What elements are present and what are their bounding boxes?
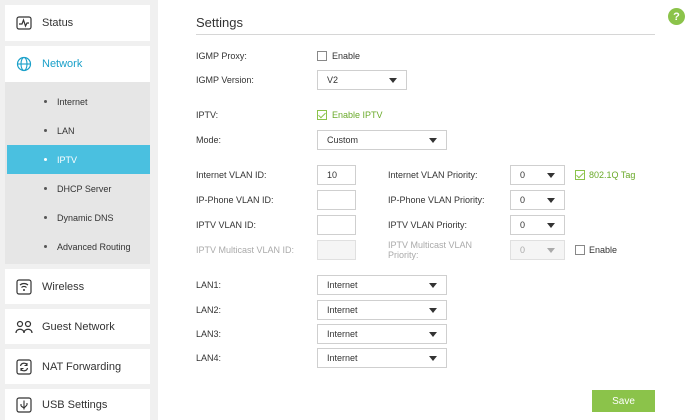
tag-8021q-checkbox[interactable] <box>575 170 585 180</box>
usb-icon <box>15 396 33 414</box>
internet-vlan-priority-select[interactable]: 0 <box>510 165 565 185</box>
iptv-vlan-priority-label: IPTV VLAN Priority: <box>388 220 468 230</box>
submenu-item-dhcp-server[interactable]: DHCP Server <box>7 174 150 203</box>
iptv-vlan-priority-select[interactable]: 0 <box>510 215 565 235</box>
submenu-item-advanced-routing[interactable]: Advanced Routing <box>7 232 150 261</box>
sidebar-item-nat-forwarding[interactable]: NAT Forwarding <box>5 349 150 384</box>
submenu-item-dynamic-dns[interactable]: Dynamic DNS <box>7 203 150 232</box>
submenu-item-label: DHCP Server <box>57 183 112 194</box>
lan2-label: LAN2: <box>196 305 222 315</box>
submenu-item-label: Advanced Routing <box>57 241 131 252</box>
iptv-multicast-vlan-priority-label: IPTV Multicast VLAN Priority: <box>388 240 473 260</box>
save-button[interactable]: Save <box>592 390 655 412</box>
internet-vlan-priority-label: Internet VLAN Priority: <box>388 170 478 180</box>
sidebar-item-label: NAT Forwarding <box>42 360 122 373</box>
chevron-down-icon <box>547 197 555 203</box>
lan3-select[interactable]: Internet <box>317 324 447 344</box>
multicast-enable-label: Enable <box>589 245 618 255</box>
guest-network-icon <box>15 318 33 336</box>
chevron-down-icon <box>429 137 437 143</box>
lan2-value: Internet <box>327 305 358 315</box>
sidebar-item-network[interactable]: Network <box>5 46 150 82</box>
chevron-down-icon <box>429 282 437 288</box>
igmp-version-label: IGMP Version: <box>196 75 254 85</box>
sidebar-item-wireless[interactable]: Wireless <box>5 269 150 304</box>
igmp-proxy-label: IGMP Proxy: <box>196 51 247 61</box>
internet-vlan-id-input[interactable]: 10 <box>317 165 356 185</box>
wireless-icon <box>15 278 33 296</box>
sidebar-item-status[interactable]: Status <box>5 5 150 41</box>
page-title: Settings <box>196 15 243 30</box>
ip-phone-vlan-priority-select[interactable]: 0 <box>510 190 565 210</box>
submenu-item-iptv[interactable]: IPTV <box>7 145 150 174</box>
sidebar-item-label: USB Settings <box>42 398 108 411</box>
lan4-select[interactable]: Internet <box>317 348 447 368</box>
network-submenu: Internet LAN IPTV DHCP Server Dynamic DN… <box>5 82 150 264</box>
ip-phone-vlan-id-label: IP-Phone VLAN ID: <box>196 195 274 205</box>
lan3-label: LAN3: <box>196 329 222 339</box>
submenu-item-label: Dynamic DNS <box>57 212 114 223</box>
multicast-enable-checkbox[interactable] <box>575 245 585 255</box>
lan4-label: LAN4: <box>196 353 222 363</box>
iptv-multicast-vlan-id-label: IPTV Multicast VLAN ID: <box>196 245 295 255</box>
status-icon <box>15 14 33 32</box>
iptv-multicast-vlan-id-input <box>317 240 356 260</box>
chevron-down-icon <box>429 355 437 361</box>
submenu-item-internet[interactable]: Internet <box>7 87 150 116</box>
iptv-vlan-priority-value: 0 <box>520 220 526 230</box>
chevron-down-icon <box>547 222 555 228</box>
sidebar-item-label: Network <box>42 58 83 70</box>
mode-label: Mode: <box>196 135 222 145</box>
iptv-multicast-vlan-priority-select: 0 <box>510 240 565 260</box>
sidebar-item-guest-network[interactable]: Guest Network <box>5 309 150 344</box>
lan3-value: Internet <box>327 329 358 339</box>
ip-phone-vlan-priority-label: IP-Phone VLAN Priority: <box>388 195 485 205</box>
sidebar-item-label: Status <box>42 17 74 29</box>
internet-vlan-priority-value: 0 <box>520 170 526 180</box>
igmp-proxy-checkbox[interactable] <box>317 51 327 61</box>
ip-phone-vlan-priority-value: 0 <box>520 195 526 205</box>
ip-phone-vlan-id-input[interactable] <box>317 190 356 210</box>
submenu-item-lan[interactable]: LAN <box>7 116 150 145</box>
submenu-item-label: IPTV <box>57 154 78 165</box>
igmp-version-value: V2 <box>327 75 339 85</box>
lan1-label: LAN1: <box>196 280 222 290</box>
chevron-down-icon <box>389 77 397 83</box>
enable-iptv-label: Enable IPTV <box>332 110 383 120</box>
chevron-down-icon <box>547 247 555 253</box>
iptv-label: IPTV: <box>196 110 219 120</box>
chevron-down-icon <box>547 172 555 178</box>
sidebar: Status Network Internet LAN IPTV DHCP Se… <box>0 0 158 420</box>
main-panel: Settings ? IGMP Proxy: Enable IGMP Versi… <box>158 0 700 420</box>
mode-value: Custom <box>327 135 359 145</box>
sidebar-item-label: Wireless <box>42 280 85 293</box>
enable-iptv-checkbox[interactable] <box>317 110 327 120</box>
igmp-proxy-enable-label: Enable <box>332 51 361 61</box>
iptv-multicast-vlan-priority-value: 0 <box>520 245 526 255</box>
sidebar-item-usb-settings[interactable]: USB Settings <box>5 389 150 420</box>
iptv-vlan-id-input[interactable] <box>317 215 356 235</box>
title-divider <box>196 34 655 35</box>
lan1-select[interactable]: Internet <box>317 275 447 295</box>
tag-8021q-label: 802.1Q Tag <box>589 170 636 180</box>
chevron-down-icon <box>429 307 437 313</box>
lan4-value: Internet <box>327 353 358 363</box>
igmp-version-select[interactable]: V2 <box>317 70 407 90</box>
chevron-down-icon <box>429 331 437 337</box>
internet-vlan-id-label: Internet VLAN ID: <box>196 170 267 180</box>
help-icon[interactable]: ? <box>668 8 685 25</box>
sidebar-item-label: Guest Network <box>42 320 115 333</box>
nat-forwarding-icon <box>15 358 33 376</box>
mode-select[interactable]: Custom <box>317 130 447 150</box>
submenu-item-label: Internet <box>57 96 88 107</box>
lan1-value: Internet <box>327 280 358 290</box>
iptv-vlan-id-label: IPTV VLAN ID: <box>196 220 257 230</box>
globe-icon <box>15 55 33 73</box>
lan2-select[interactable]: Internet <box>317 300 447 320</box>
submenu-item-label: LAN <box>57 125 75 136</box>
